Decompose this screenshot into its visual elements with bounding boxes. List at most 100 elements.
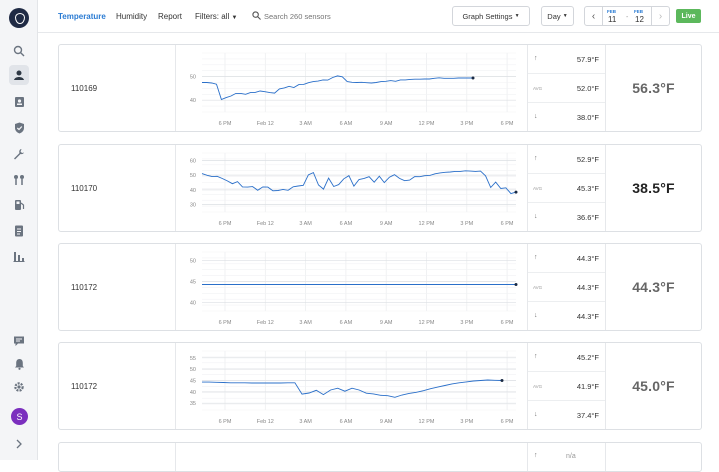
x-tick-label: 6 AM [340,121,353,127]
stat-avg: AVG 45.3°F [528,174,605,203]
temperature-chart[interactable]: 6 PM Feb 12 3 AM 6 AM 9 AM 12 PM 3 PM 6 PM 40 45 5… [176,244,527,330]
stat-min: ↓ 37.4°F [528,401,605,430]
caret-down-icon: ▼ [231,15,238,21]
sensor-card[interactable]: 110169 6 PM Feb 12 3 AM 6 AM 9 AM 12 PM 3 PM 6 … [58,44,702,132]
chevron-left-icon: ‹ [591,10,596,22]
from-day: 11 [608,15,617,24]
x-tick-label: 6 PM [501,320,514,326]
search-input[interactable] [264,9,374,23]
chevron-right-icon: › [658,10,663,22]
x-tick-label: 3 PM [460,121,473,127]
x-tick-label: 9 AM [380,221,393,227]
fuel-icon[interactable] [9,195,29,215]
sensor-card[interactable]: 110170 6 PM Feb 12 3 AM 6 AM 9 AM 12 PM 3 PM 6 … [58,144,702,232]
prev-date-button[interactable]: ‹ [585,7,603,25]
filters-dropdown[interactable]: Filters: all ▼ [195,12,237,21]
avatar[interactable]: S [11,408,28,425]
stats-panel: ↑ 52.9°F AVG 45.3°F ↓ 36.6°F [528,145,605,231]
chevron-right-icon[interactable] [9,434,29,454]
min-arrow-icon: ↓ [534,113,538,120]
stat-avg: AVG 41.9°F [528,372,605,401]
graph-settings-button[interactable]: Graph Settings ▼ [452,6,530,26]
last-reading-point [514,190,518,194]
stat-max: ↑ 57.9°F [528,45,605,74]
temperature-chart[interactable]: 6 PM Feb 12 3 AM 6 AM 9 AM 12 PM 3 PM 6 PM 40 50 [176,45,527,131]
range-select[interactable]: Day ▼ [541,6,574,26]
last-reading-point [500,379,504,382]
graph-settings-label: Graph Settings [462,11,513,21]
badge-icon[interactable] [9,92,29,112]
x-tick-label: 9 AM [380,419,393,425]
sensor-name: 110172 [71,382,98,391]
chart-svg: 6 PM Feb 12 3 AM 6 AM 9 AM 12 PM 3 PM 6 PM 35 40 4… [190,350,516,425]
sensor-card[interactable]: 110172 6 PM Feb 12 3 AM 6 AM 9 AM 12 PM 3 PM 6 … [58,342,702,430]
avg-label: AVG [533,186,543,191]
x-tick-label: 9 AM [380,121,393,127]
stat-max: ↑ 44.3°F [528,244,605,273]
min-value: 44.3°F [576,312,599,321]
stat-avg: AVG 52.0°F [528,74,605,103]
x-tick-label: 6 PM [501,419,514,425]
max-value: 57.9°F [576,55,599,64]
temperature-chart[interactable]: 6 PM Feb 12 3 AM 6 AM 9 AM 12 PM 3 PM 6 PM 35 40 4… [176,343,527,429]
to-day: 12 [635,15,644,24]
temperature-chart[interactable]: 6 PM Feb 12 3 AM 6 AM 9 AM 12 PM 3 PM 6 PM 30 40 5… [176,145,527,231]
min-arrow-icon: ↓ [534,411,538,418]
chart-svg: 6 PM Feb 12 3 AM 6 AM 9 AM 12 PM 3 PM 6 PM 40 45 5… [190,251,518,326]
search-icon [252,11,261,20]
max-arrow-icon: ↑ [534,55,538,62]
live-button[interactable]: Live [676,9,701,23]
min-arrow-icon: ↓ [534,312,538,319]
max-arrow-icon: ↑ [534,254,538,261]
gear-icon[interactable] [9,377,29,397]
y-tick-label: 40 [190,390,196,396]
next-date-button[interactable]: › [651,7,669,25]
tab-humidity[interactable]: Humidity [116,12,147,21]
y-tick-label: 40 [190,301,196,307]
reports-icon[interactable] [9,246,29,266]
x-tick-label: 6 PM [219,221,232,227]
stat-min: ↓ 36.6°F [528,203,605,232]
logo[interactable] [9,8,29,28]
shield-icon[interactable] [9,118,29,138]
y-tick-label: 40 [190,188,196,194]
sensor-icon[interactable] [9,65,29,85]
caret-down-icon: ▼ [562,13,568,19]
series-line [202,379,503,398]
from-month: FEB [607,9,616,14]
search-icon[interactable] [9,41,29,61]
y-tick-label: 50 [190,173,196,179]
max-value: 45.2°F [576,353,599,362]
sidebar: S [0,0,38,460]
tab-report[interactable]: Report [158,12,182,21]
date-separator: - [626,14,629,21]
x-tick-label: 3 AM [299,419,312,425]
top-bar: Temperature Humidity Report Filters: all… [38,0,719,33]
x-tick-label: 6 AM [340,221,353,227]
stat-max: ↑ 52.9°F [528,145,605,174]
tab-temperature[interactable]: Temperature [58,12,106,21]
document-icon[interactable] [9,221,29,241]
x-tick-label: Feb 12 [257,221,274,227]
x-tick-label: 3 PM [460,221,473,227]
sensor-card[interactable]: 110172 6 PM Feb 12 3 AM 6 AM 9 AM 12 PM 3 PM 6 … [58,243,702,331]
max-arrow-icon: ↑ [534,353,538,360]
wrench-icon[interactable] [9,144,29,164]
sensor-card[interactable]: ↑ n/a [58,442,702,472]
last-reading-point [471,76,475,80]
chat-icon[interactable] [9,331,29,351]
bell-icon[interactable] [9,354,29,374]
divider [175,443,176,471]
x-tick-label: 6 PM [219,121,232,127]
date-range-picker[interactable]: ‹ FEB 11 - FEB 12 › [584,6,670,26]
min-value: 37.4°F [576,411,599,420]
stat-min: ↓ 38.0°F [528,103,605,132]
avg-value: 52.0°F [576,84,599,93]
avg-label: AVG [533,384,543,389]
route-icon[interactable] [9,170,29,190]
y-tick-label: 40 [190,98,196,104]
divider [527,443,528,471]
y-tick-label: 30 [190,203,196,209]
max-value: 52.9°F [576,155,599,164]
x-tick-label: 3 PM [460,320,473,326]
